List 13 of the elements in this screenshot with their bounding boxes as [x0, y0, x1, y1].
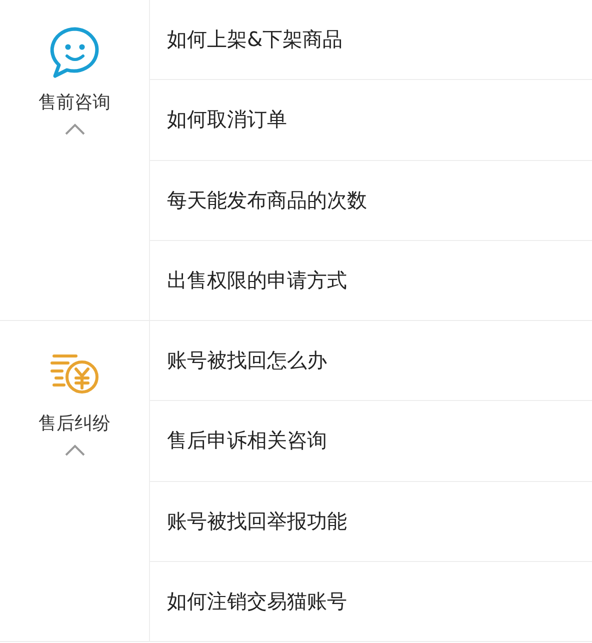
- question-link[interactable]: 每天能发布商品的次数: [167, 186, 367, 214]
- question-link[interactable]: 账号被找回怎么办: [167, 347, 327, 374]
- question-link[interactable]: 账号被找回举报功能: [167, 508, 347, 535]
- question-link[interactable]: 如何取消订单: [167, 106, 287, 134]
- chevron-up-icon[interactable]: [64, 443, 86, 457]
- category-label: 售前咨询: [38, 91, 110, 114]
- smiley-chat-icon: [48, 26, 102, 80]
- question-link[interactable]: 如何注销交易猫账号: [167, 588, 347, 615]
- question-link[interactable]: 如何上架&下架商品: [167, 26, 343, 54]
- category-label: 售后纠纷: [38, 412, 110, 435]
- question-link[interactable]: 出售权限的申请方式: [167, 266, 347, 294]
- question-link[interactable]: 售后申诉相关咨询: [167, 427, 327, 454]
- chevron-up-icon[interactable]: [64, 122, 86, 136]
